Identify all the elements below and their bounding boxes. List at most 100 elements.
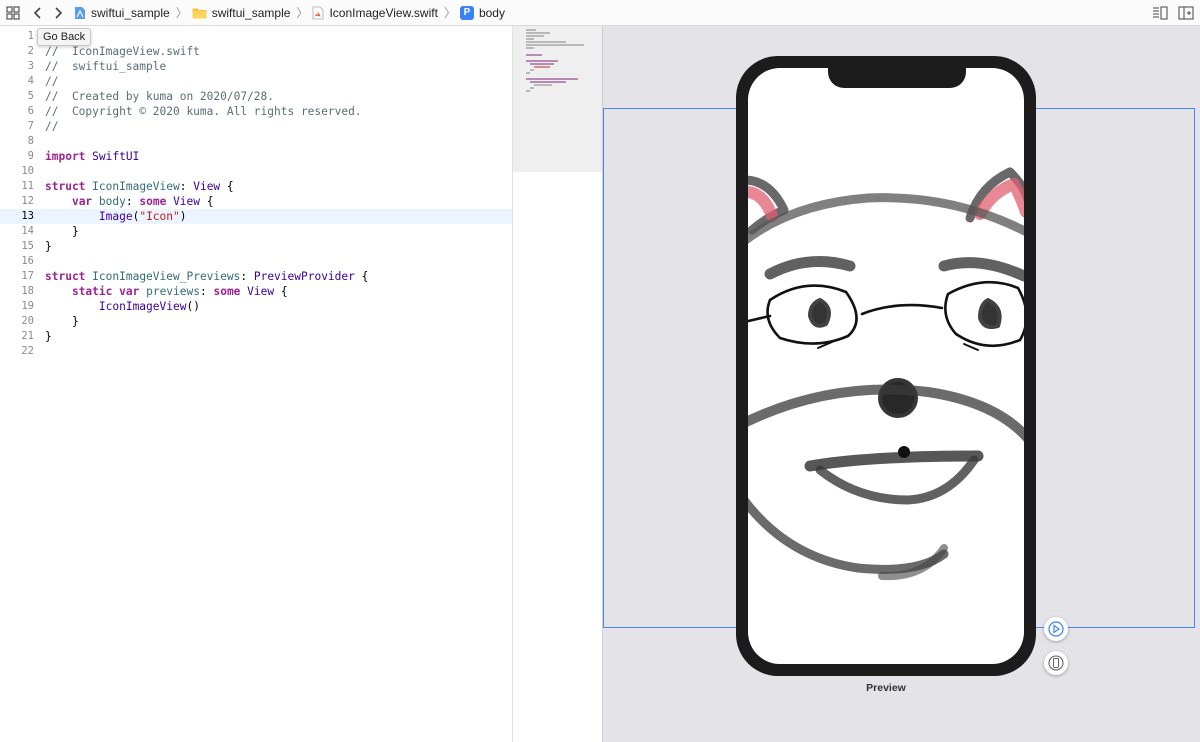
folder-icon: [192, 8, 207, 18]
minimap-line: [526, 60, 558, 62]
minimap-line: [534, 84, 552, 86]
line-number: 13: [21, 210, 34, 222]
line-number: 14: [21, 225, 34, 237]
code-line[interactable]: 13 Image("Icon"): [0, 209, 512, 224]
minimap-line: [534, 66, 550, 68]
line-number: 9: [27, 150, 34, 162]
minimap-line: [530, 81, 566, 83]
breadcrumb-separator-icon: 〉: [443, 6, 456, 20]
live-preview-button[interactable]: [1044, 617, 1068, 641]
add-editor-icon[interactable]: [1176, 3, 1196, 23]
code-line[interactable]: 4 //: [0, 74, 512, 89]
breadcrumb-separator-icon: 〉: [175, 6, 188, 20]
minimap-line: [526, 44, 584, 46]
preview-canvas[interactable]: Preview: [602, 26, 1200, 742]
line-number: 17: [21, 270, 34, 282]
code-line[interactable]: 14 }: [0, 224, 512, 239]
minimap-line: [526, 78, 578, 80]
line-number: 4: [27, 75, 34, 87]
line-number: 20: [21, 315, 34, 327]
code-text[interactable]: }: [45, 329, 52, 344]
minimap-line: [526, 32, 550, 34]
code-text[interactable]: var body: some View {: [45, 194, 214, 209]
property-icon: P: [459, 5, 474, 20]
code-text[interactable]: // swiftui_sample: [45, 59, 166, 74]
code-text[interactable]: //: [45, 119, 58, 134]
line-number: 16: [21, 255, 34, 267]
line-number: 10: [21, 165, 34, 177]
device-frame: [736, 56, 1036, 676]
project-icon: [75, 6, 85, 19]
minimap-line: [526, 54, 542, 56]
code-line[interactable]: 11 struct IconImageView: View {: [0, 179, 512, 194]
code-text[interactable]: struct IconImageView_Previews: PreviewPr…: [45, 269, 368, 284]
code-line[interactable]: 3 // swiftui_sample: [0, 59, 512, 74]
line-number: 7: [27, 120, 34, 132]
breadcrumb-label: IconImageView.swift: [329, 5, 438, 20]
code-text[interactable]: struct IconImageView: View {: [45, 179, 234, 194]
code-line[interactable]: 21}: [0, 329, 512, 344]
code-text[interactable]: import SwiftUI: [45, 149, 139, 164]
code-text[interactable]: // IconImageView.swift: [45, 44, 200, 59]
line-number: 12: [21, 195, 34, 207]
back-chevron-icon[interactable]: [28, 3, 48, 23]
code-text[interactable]: }: [45, 314, 79, 329]
code-text[interactable]: IconImageView(): [45, 299, 200, 314]
code-line[interactable]: 19 IconImageView(): [0, 299, 512, 314]
code-text[interactable]: }: [45, 224, 79, 239]
minimap-line: [526, 29, 536, 31]
line-number: 6: [27, 105, 34, 117]
minimap-line: [530, 69, 534, 71]
code-line[interactable]: 17 struct IconImageView_Previews: Preview…: [0, 269, 512, 284]
breadcrumb-separator-icon: 〉: [296, 6, 309, 20]
line-number: 11: [21, 180, 34, 192]
breadcrumb-folder[interactable]: swiftui_sample: [192, 5, 291, 20]
device-settings-button[interactable]: [1044, 651, 1068, 675]
code-line[interactable]: 22: [0, 344, 512, 359]
preview-label: Preview: [866, 682, 906, 694]
code-line[interactable]: 8: [0, 134, 512, 149]
code-line[interactable]: 16: [0, 254, 512, 269]
line-number: 21: [21, 330, 34, 342]
device-screen[interactable]: [748, 68, 1024, 664]
source-editor[interactable]: 1 // 2 // IconImageView.swift 3 // swiftui_sa…: [0, 26, 512, 742]
device-notch: [828, 68, 966, 88]
code-text[interactable]: }: [45, 239, 52, 254]
swift-file-icon: [313, 6, 324, 19]
minimap-line: [526, 38, 534, 40]
related-items-grid-icon[interactable]: [3, 3, 23, 23]
breadcrumb-project[interactable]: swiftui_sample: [74, 6, 170, 20]
forward-chevron-icon[interactable]: [48, 3, 68, 23]
icon-image: [748, 167, 1024, 581]
minimap-line: [526, 72, 530, 74]
minimap[interactable]: [512, 26, 603, 742]
code-line[interactable]: 6 // Copyright © 2020 kuma. All rights re…: [0, 104, 512, 119]
breadcrumb-label: swiftui_sample: [211, 5, 291, 20]
code-text[interactable]: static var previews: some View {: [45, 284, 288, 299]
breadcrumb-file[interactable]: IconImageView.swift: [312, 6, 438, 20]
minimap-line: [530, 87, 534, 89]
code-text[interactable]: // Created by kuma on 2020/07/28.: [45, 89, 274, 104]
line-number: 8: [27, 135, 34, 147]
minimap-line: [526, 90, 530, 92]
code-line[interactable]: 20 }: [0, 314, 512, 329]
code-line[interactable]: 2 // IconImageView.swift: [0, 44, 512, 59]
line-number: 5: [27, 90, 34, 102]
code-line[interactable]: 18 static var previews: some View {: [0, 284, 512, 299]
code-text[interactable]: // Copyright © 2020 kuma. All rights res…: [45, 104, 362, 119]
minimap-line: [526, 41, 566, 43]
minimap-line: [530, 63, 554, 65]
code-line[interactable]: 12 var body: some View {: [0, 194, 512, 209]
code-line[interactable]: 15}: [0, 239, 512, 254]
code-line[interactable]: 7 //: [0, 119, 512, 134]
line-number: 18: [21, 285, 34, 297]
editor-options-icon[interactable]: [1150, 3, 1170, 23]
minimap-line: [526, 47, 534, 49]
code-line[interactable]: 9 import SwiftUI: [0, 149, 512, 164]
code-text[interactable]: Image("Icon"): [45, 209, 187, 224]
code-text[interactable]: //: [45, 74, 58, 89]
code-line[interactable]: 10: [0, 164, 512, 179]
breadcrumb-symbol[interactable]: P body: [459, 5, 505, 20]
code-line[interactable]: 5 // Created by kuma on 2020/07/28.: [0, 89, 512, 104]
play-icon: [1048, 621, 1064, 637]
